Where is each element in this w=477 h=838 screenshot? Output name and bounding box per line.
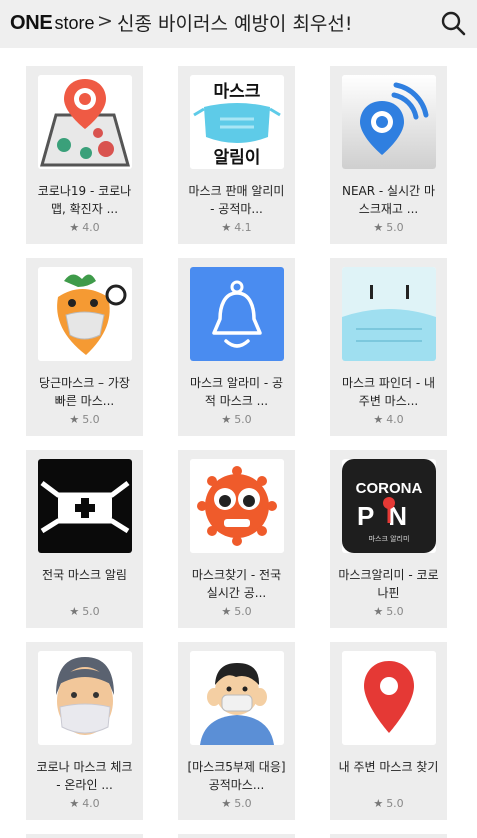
app-rating: ★ 5.0 [221, 413, 252, 426]
app-rating: ★ 5.0 [69, 605, 100, 618]
star-icon: ★ [221, 413, 232, 426]
app-card[interactable]: NEAR - 실시간 마스크재고 ... ★ 5.0 [330, 66, 447, 244]
app-rating: ★ 4.0 [69, 797, 100, 810]
pin-sub-text: 마스크 알리미 [369, 534, 410, 543]
app-rating: ★ 5.0 [373, 605, 404, 618]
app-card[interactable]: CORONA PN 마스크 알리미 마스크알리미 - 코로나핀 ★ 5.0 [330, 450, 447, 628]
app-card[interactable]: 마스크 알라미 - 공적 마스크 ... ★ 5.0 [178, 258, 295, 436]
app-rating: ★ 5.0 [373, 797, 404, 810]
carrot-mask-icon [38, 267, 132, 361]
star-icon: ★ [69, 605, 80, 618]
search-button[interactable] [440, 10, 466, 36]
logo-one-text: ONE [10, 12, 53, 34]
mask-alert-top-text: 마스크 [214, 82, 261, 102]
app-name: 마스크 알라미 - 공적 마스크 ... [189, 376, 284, 408]
app-rating: ★ 5.0 [221, 605, 252, 618]
onestore-logo[interactable]: ONE store [10, 12, 94, 35]
star-icon: ★ [373, 413, 384, 426]
app-card[interactable] [330, 834, 447, 838]
app-name: 마스크찾기 - 전국 실시간 공... [191, 568, 282, 600]
mask-alert-icon: 마스크 알림이 [190, 75, 284, 169]
app-name: 마스크알리미 - 코로나핀 [338, 568, 439, 600]
app-name: NEAR - 실시간 마스크재고 ... [341, 184, 436, 216]
app-rating: ★ 5.0 [69, 413, 100, 426]
star-icon: ★ [373, 221, 384, 234]
corona-map-icon [38, 75, 132, 169]
app-name: 마스크 판매 알리미 - 공적마... [188, 184, 285, 216]
app-card[interactable]: 마스크 파인더 - 내주변 마스... ★ 4.0 [330, 258, 447, 436]
app-name: 당근마스크 – 가장 빠른 마스... [39, 376, 130, 408]
app-rating: ★ 4.0 [69, 221, 100, 234]
app-rating: ★ 4.0 [373, 413, 404, 426]
app-card[interactable]: 당근마스크 – 가장 빠른 마스... ★ 5.0 [26, 258, 143, 436]
red-pin-icon [342, 651, 436, 745]
app-card[interactable]: 코로나19 - 코로나맵, 확진자 ... ★ 4.0 [26, 66, 143, 244]
boy-mask-icon [190, 651, 284, 745]
star-icon: ★ [69, 413, 80, 426]
app-grid: 코로나19 - 코로나맵, 확진자 ... ★ 4.0 마스크 알림이 마스크 판… [0, 0, 477, 838]
search-icon [441, 11, 466, 36]
app-name: 마스크 파인더 - 내주변 마스... [341, 376, 436, 408]
app-rating: ★ 5.0 [373, 221, 404, 234]
mask-alert-bottom-text: 알림이 [214, 148, 261, 168]
app-rating: ★ 4.1 [221, 221, 252, 234]
star-icon: ★ [221, 221, 232, 234]
app-rating: ★ 5.0 [221, 797, 252, 810]
virus-eyes-icon [190, 459, 284, 553]
app-name: [마스크5부제 대응] 공적마스... [187, 760, 286, 792]
star-icon: ★ [69, 797, 80, 810]
star-icon: ★ [373, 797, 384, 810]
app-card[interactable] [178, 834, 295, 838]
logo-store-text: store [54, 13, 95, 33]
app-card[interactable]: 전국 마스크 알림 ★ 5.0 [26, 450, 143, 628]
mask-face-icon [342, 267, 436, 361]
mask-cross-icon [38, 459, 132, 553]
page-title: 신종 바이러스 예방이 최우선! [117, 13, 353, 35]
masked-person-icon [38, 651, 132, 745]
top-header: ONE store > 신종 바이러스 예방이 최우선! [0, 0, 477, 48]
star-icon: ★ [373, 605, 384, 618]
app-name: 코로나19 - 코로나맵, 확진자 ... [37, 184, 132, 216]
app-name: 코로나 마스크 체크 - 온라인 ... [36, 760, 133, 792]
breadcrumb-separator: > [97, 10, 113, 32]
corona-pin-icon: CORONA PN 마스크 알리미 [342, 459, 436, 553]
app-name: 전국 마스크 알림 [42, 568, 127, 582]
app-card[interactable]: 마스크 알림이 마스크 판매 알리미 - 공적마... ★ 4.1 [178, 66, 295, 244]
app-card[interactable]: [마스크5부제 대응] 공적마스... ★ 5.0 [178, 642, 295, 820]
star-icon: ★ [221, 797, 232, 810]
app-card[interactable]: 내 주변 마스크 찾기 ★ 5.0 [330, 642, 447, 820]
corona-word-text: CORONA [356, 480, 423, 497]
app-name: 내 주변 마스크 찾기 [338, 760, 439, 774]
app-card[interactable]: 코로나 마스크 체크 - 온라인 ... ★ 4.0 [26, 642, 143, 820]
star-icon: ★ [221, 605, 232, 618]
near-location-icon [342, 75, 436, 169]
app-card[interactable]: 마스크찾기 - 전국 실시간 공... ★ 5.0 [178, 450, 295, 628]
app-card[interactable] [26, 834, 143, 838]
star-icon: ★ [69, 221, 80, 234]
bell-icon [190, 267, 284, 361]
